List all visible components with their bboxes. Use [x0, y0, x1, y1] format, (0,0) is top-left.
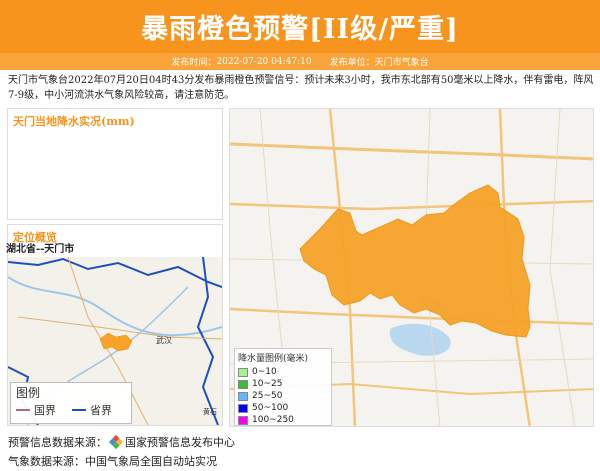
warning-source-label: 预警信息数据来源：	[8, 436, 107, 449]
rainfall-legend: 降水量图例(毫米) 0~10 10~25 25~50 50~100 100~25…	[234, 348, 332, 426]
overview-legend-title: 图例	[16, 386, 41, 400]
weather-source-line: 气象数据来源： 中国气象局全国自动站实况	[8, 453, 217, 469]
legend-swatch-1	[238, 379, 248, 389]
province-border-swatch	[72, 409, 86, 411]
rainfall-panel: 天门当地降水实况(mm)	[7, 108, 223, 220]
legend-item-0: 0~10	[238, 366, 328, 378]
national-border-swatch	[16, 409, 30, 411]
legend-label-0: 0~10	[252, 367, 277, 377]
overview-city-label: 武汉	[156, 336, 172, 345]
weather-source-link[interactable]: 中国气象局全国自动站实况	[85, 453, 217, 469]
province-border-label: 省界	[90, 404, 112, 417]
legend-item-4: 100~250	[238, 414, 328, 426]
warning-banner: 暴雨橙色预警[II级/严重]	[0, 0, 600, 53]
legend-swatch-0	[238, 367, 248, 377]
weather-source-label: 气象数据来源：	[8, 455, 85, 468]
warning-title: 暴雨橙色预警[II级/严重]	[141, 14, 459, 45]
legend-label-2: 25~50	[252, 391, 283, 401]
warning-source-line: 预警信息数据来源： 国家预警信息发布中心	[8, 434, 235, 450]
warning-source-link[interactable]: 国家预警信息发布中心	[125, 434, 235, 450]
rainfall-legend-title: 降水量图例(毫米)	[238, 354, 309, 364]
publisher-label: 发布单位：	[329, 58, 375, 68]
publisher: 天门市气象台	[374, 58, 429, 68]
rainfall-panel-title: 天门当地降水实况(mm)	[13, 115, 135, 128]
legend-label-4: 100~250	[252, 415, 294, 425]
meta-bar: 发布时间： 2022-07-20 04:47:10 发布单位： 天门市气象台	[0, 53, 600, 70]
legend-label-1: 10~25	[252, 379, 283, 389]
nmefc-logo-icon	[108, 434, 124, 450]
legend-label-3: 50~100	[252, 403, 289, 413]
legend-item-3: 50~100	[238, 402, 328, 414]
national-border-label: 国界	[34, 404, 56, 417]
overview-legend: 图例 国界 省界	[10, 382, 132, 424]
warning-description: 天门市气象台2022年07月20日04时43分发布暴雨橙色预警信号：预计未来3小…	[8, 75, 594, 101]
legend-item-2: 25~50	[238, 390, 328, 402]
legend-swatch-4	[238, 415, 248, 425]
release-time: 2022-07-20 04:47:10	[216, 56, 312, 67]
legend-swatch-2	[238, 391, 248, 401]
overview-city2-label: 黄石	[203, 408, 217, 416]
legend-swatch-3	[238, 403, 248, 413]
legend-item-1: 10~25	[238, 378, 328, 390]
location-subtitle: 湖北省--天门市	[6, 244, 75, 255]
release-time-label: 发布时间：	[171, 58, 217, 68]
